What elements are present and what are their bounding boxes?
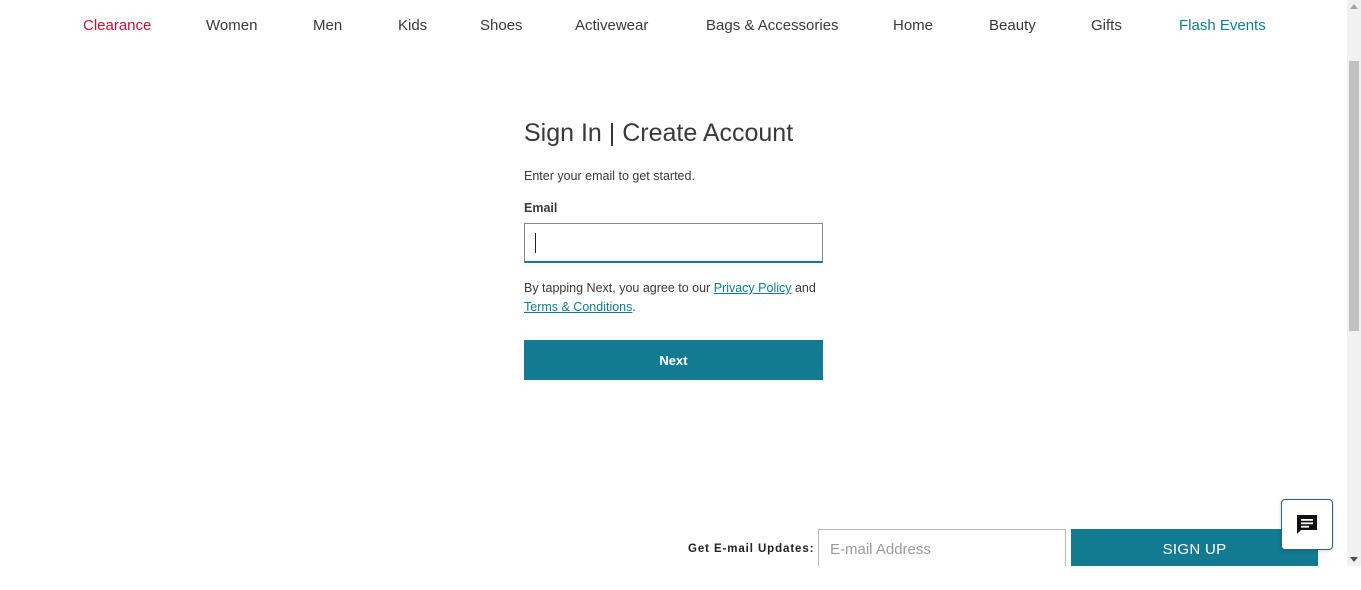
scrollbar-thumb[interactable] xyxy=(1349,61,1359,331)
text-cursor xyxy=(535,233,536,253)
legal-and: and xyxy=(791,281,816,295)
email-input[interactable] xyxy=(525,224,822,261)
nav-item-men[interactable]: Men xyxy=(313,16,342,36)
nav-item-gifts[interactable]: Gifts xyxy=(1091,16,1122,36)
page-title: Sign In | Create Account xyxy=(524,119,794,147)
email-field[interactable] xyxy=(524,223,823,263)
email-label: Email xyxy=(524,201,558,215)
nav-item-clearance[interactable]: Clearance xyxy=(83,16,151,36)
terms-conditions-link[interactable]: Terms & Conditions xyxy=(524,300,632,314)
privacy-policy-link[interactable]: Privacy Policy xyxy=(714,281,792,295)
window-bottom-edge xyxy=(0,566,1361,590)
chat-button[interactable] xyxy=(1281,499,1333,550)
top-navigation: Clearance Women Men Kids Shoes Activewea… xyxy=(0,0,1347,52)
legal-notice: By tapping Next, you agree to our Privac… xyxy=(524,279,823,317)
page-viewport: Clearance Women Men Kids Shoes Activewea… xyxy=(0,0,1347,566)
nav-item-flash-events[interactable]: Flash Events xyxy=(1179,16,1266,36)
chat-bubble-icon xyxy=(1297,515,1317,534)
newsletter-email-input[interactable] xyxy=(818,529,1066,566)
scroll-down-arrow-icon[interactable] xyxy=(1350,557,1358,562)
legal-suffix: . xyxy=(632,300,636,314)
nav-item-women[interactable]: Women xyxy=(206,16,257,36)
nav-item-activewear[interactable]: Activewear xyxy=(575,16,648,36)
next-button[interactable]: Next xyxy=(524,340,823,380)
newsletter-label: Get E-mail Updates: xyxy=(688,543,815,555)
nav-item-bags-accessories[interactable]: Bags & Accessories xyxy=(706,16,839,36)
nav-item-home[interactable]: Home xyxy=(893,16,933,36)
scroll-up-arrow-icon[interactable] xyxy=(1350,4,1358,9)
vertical-scrollbar[interactable] xyxy=(1347,0,1361,566)
nav-item-kids[interactable]: Kids xyxy=(398,16,427,36)
legal-prefix: By tapping Next, you agree to our xyxy=(524,281,714,295)
nav-item-beauty[interactable]: Beauty xyxy=(989,16,1036,36)
signin-instructions: Enter your email to get started. xyxy=(524,169,695,183)
nav-item-shoes[interactable]: Shoes xyxy=(480,16,523,36)
